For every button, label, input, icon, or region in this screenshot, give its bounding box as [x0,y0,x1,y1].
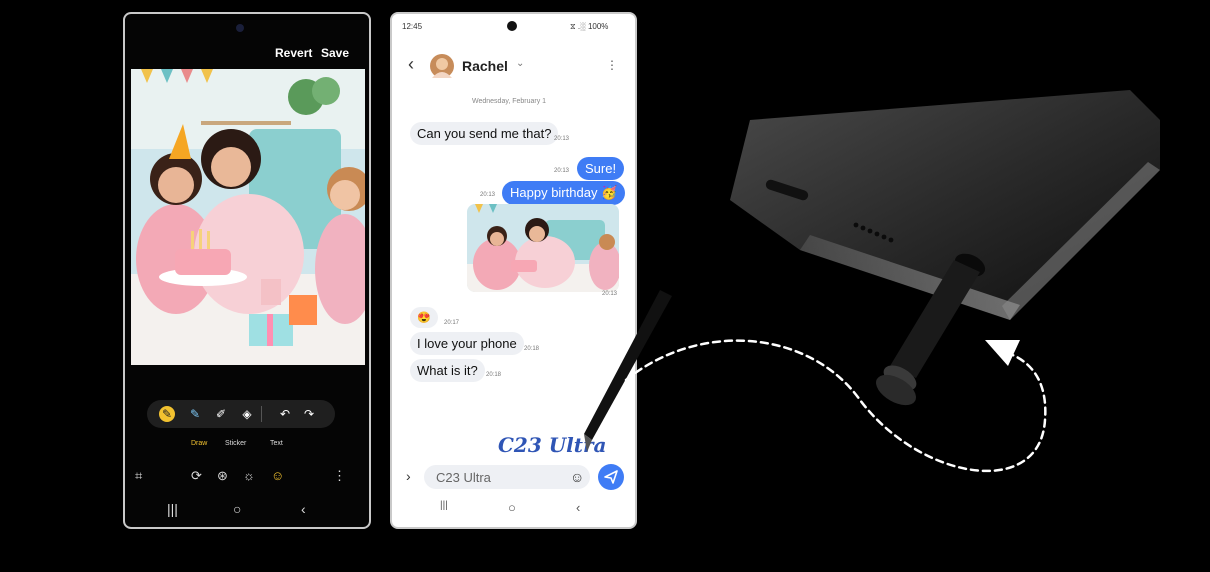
tab-sticker[interactable]: Sticker [225,440,246,447]
message-in-1[interactable]: Can you send me that? [410,122,559,145]
chevron-down-icon[interactable]: ⌄ [516,58,524,69]
status-time: 12:45 [402,22,423,31]
message-in-2[interactable]: I love your phone [410,332,524,355]
front-camera [507,21,517,31]
spen-writing [584,290,672,452]
revert-button[interactable]: Revert [275,46,312,60]
sticker-icon[interactable]: ☺ [271,468,284,483]
message-in-3[interactable]: What is it? [410,359,485,382]
highlighter-tool-icon[interactable]: ✎ [187,406,203,422]
save-button[interactable]: Save [321,46,349,60]
home-icon[interactable]: ○ [233,501,241,517]
message-input-text: C23 Ultra [436,470,491,485]
pencil-tool-icon[interactable]: ✐ [213,406,229,422]
message-time: 20:18 [486,372,502,378]
crop-icon[interactable]: ⌗ [135,468,142,484]
edited-photo[interactable] [131,69,365,365]
arrow-head [985,340,1020,366]
back-arrow-icon[interactable]: ‹ [408,54,414,75]
expand-icon[interactable]: › [406,468,411,484]
redo-icon[interactable]: ↷ [301,406,317,422]
message-in-emoji[interactable]: 😍 [410,307,438,328]
tab-draw[interactable]: Draw [191,440,207,447]
tab-text[interactable]: Text [270,440,283,447]
more-icon[interactable]: ⋮ [333,468,346,484]
rotate-icon[interactable]: ⟳ [191,468,202,484]
avatar[interactable] [430,54,454,78]
photo-editor-phone: Revert Save ✎ ✎ ✐ ◈ ↶ ↷ Draw Sticker Tex… [123,12,371,529]
message-time: 20:13 [480,192,496,198]
recent-apps-icon[interactable]: ||| [440,500,448,511]
pen-tool-icon[interactable]: ✎ [159,406,175,422]
toolbar-divider [261,406,262,422]
contact-name[interactable]: Rachel [462,58,508,74]
insertion-arrow [624,339,1047,473]
message-time: 20:18 [524,346,540,352]
home-icon[interactable]: ○ [508,500,516,515]
front-camera [236,24,244,32]
date-label: Wednesday, February 1 [472,98,547,105]
filter-icon[interactable]: ⊛ [217,468,228,484]
brightness-icon[interactable]: ☼ [243,468,255,483]
back-icon[interactable]: ‹ [301,501,306,517]
eraser-tool-icon[interactable]: ◈ [239,406,255,422]
drawing-toolbar: ✎ ✎ ✐ ◈ ↶ ↷ [147,400,335,428]
status-indicators: ⧖ .░ 100% [570,22,609,31]
recent-apps-icon[interactable]: ||| [167,501,178,517]
undo-icon[interactable]: ↶ [277,406,293,422]
message-time: 20:17 [444,320,460,326]
spen-illustration [584,90,1160,473]
